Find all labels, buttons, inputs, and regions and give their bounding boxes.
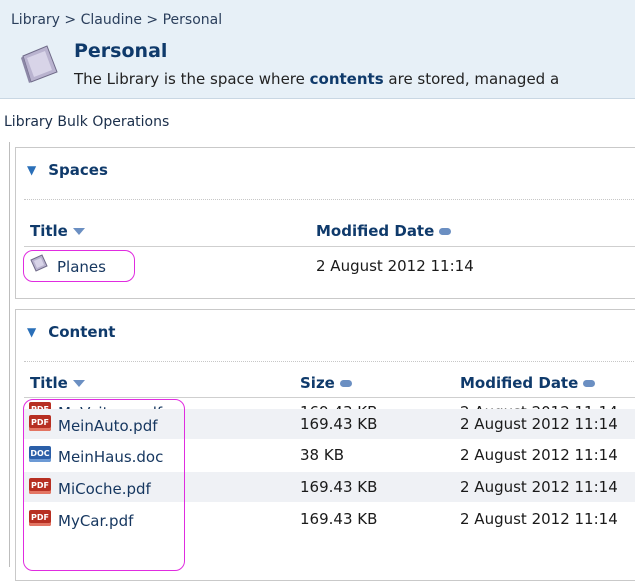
file-modified-date: 2 August 2012 11:14 [460,415,618,433]
sort-neutral-icon[interactable] [583,380,596,387]
col-modified-label: Modified Date [316,222,435,240]
content-col-modified[interactable]: Modified Date [460,374,596,392]
library-bulk-operations-link[interactable]: Library Bulk Operations [4,114,169,130]
file-size: 169.43 KB [300,510,378,528]
file-size: 169.43 KB [300,478,378,496]
page-description: The Library is the space where contents … [74,70,560,88]
page-title: Personal [74,40,168,62]
collapse-triangle-icon: ▼ [27,325,37,339]
content-section-title: Content [48,323,116,341]
section-divider [24,199,635,200]
col-title-label: Title [30,374,68,392]
section-divider [24,361,635,362]
breadcrumb[interactable]: Library > Claudine > Personal [11,12,222,28]
content-panel: ▼Content Title Size Modified Date PDF Ma… [15,309,635,581]
space-header: Library > Claudine > Personal Personal T… [0,0,635,99]
col-size-label: Size [300,374,335,392]
sort-desc-icon[interactable] [72,380,85,387]
collapse-triangle-icon: ▼ [27,163,37,177]
header-rule [24,246,635,247]
highlight-outline [23,250,135,282]
file-size: 169.43 KB [300,415,378,433]
content-section-toggle[interactable]: ▼ Content [27,323,115,341]
sort-neutral-icon[interactable] [339,380,352,387]
col-modified-label: Modified Date [460,374,579,392]
spaces-section-toggle[interactable]: ▼ Spaces [27,161,108,179]
sort-neutral-icon[interactable] [439,228,452,235]
space-modified-date: 2 August 2012 11:14 [316,257,474,275]
highlight-outline [23,399,185,571]
sort-desc-icon[interactable] [72,228,85,235]
spaces-section-title: Spaces [48,161,108,179]
content-col-size[interactable]: Size [300,374,352,392]
spaces-col-title[interactable]: Title [30,222,85,240]
file-modified-date: 2 August 2012 11:14 [460,510,618,528]
col-title-label: Title [30,222,68,240]
header-rule [24,397,635,398]
spaces-panel: ▼ Spaces Title Modified Date Planes 2 Aug… [15,147,635,299]
spaces-col-modified[interactable]: Modified Date [316,222,452,240]
file-size: 38 KB [300,446,344,464]
content-col-title[interactable]: Title [30,374,85,392]
file-modified-date: 2 August 2012 11:14 [460,446,618,464]
left-divider [9,142,10,567]
file-modified-date: 2 August 2012 11:14 [460,478,618,496]
space-icon [21,45,58,83]
